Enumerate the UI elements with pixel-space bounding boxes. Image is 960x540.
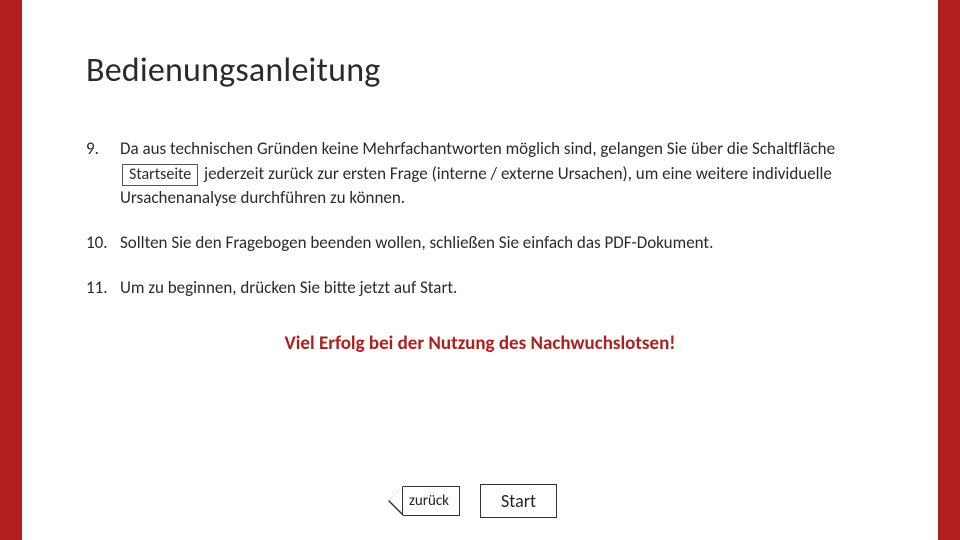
arrow-left-icon xyxy=(388,486,403,516)
list-item: 9. Da aus technischen Gründen keine Mehr… xyxy=(86,137,874,211)
back-button[interactable]: zurück xyxy=(403,486,460,516)
back-button-label: zurück xyxy=(409,492,449,510)
page-title: Bedienungsanleitung xyxy=(86,50,874,91)
list-item: 11. Um zu beginnen, drücken Sie bitte je… xyxy=(86,276,874,301)
instruction-list: 9. Da aus technischen Gründen keine Mehr… xyxy=(86,137,874,300)
start-button-label: Start xyxy=(501,490,536,512)
item-text-pre: Da aus technischen Gründen keine Mehrfac… xyxy=(120,138,835,159)
item-number: 11. xyxy=(86,276,120,301)
list-item: 10. Sollten Sie den Fragebogen beenden w… xyxy=(86,231,874,256)
item-number: 10. xyxy=(86,231,120,256)
item-number: 9. xyxy=(86,137,120,211)
success-message: Viel Erfolg bei der Nutzung des Nachwuch… xyxy=(86,332,874,355)
item-text-post: jederzeit zurück zur ersten Frage (inter… xyxy=(120,163,832,209)
slide-page: Bedienungsanleitung 9. Da aus technische… xyxy=(22,0,938,540)
start-button[interactable]: Start xyxy=(480,484,557,518)
item-body: Um zu beginnen, drücken Sie bitte jetzt … xyxy=(120,276,874,301)
item-body: Da aus technischen Gründen keine Mehrfac… xyxy=(120,137,874,211)
startseite-inline-button[interactable]: Startseite xyxy=(122,164,198,187)
footer-controls: zurück Start xyxy=(22,484,938,518)
item-body: Sollten Sie den Fragebogen beenden wolle… xyxy=(120,231,874,256)
